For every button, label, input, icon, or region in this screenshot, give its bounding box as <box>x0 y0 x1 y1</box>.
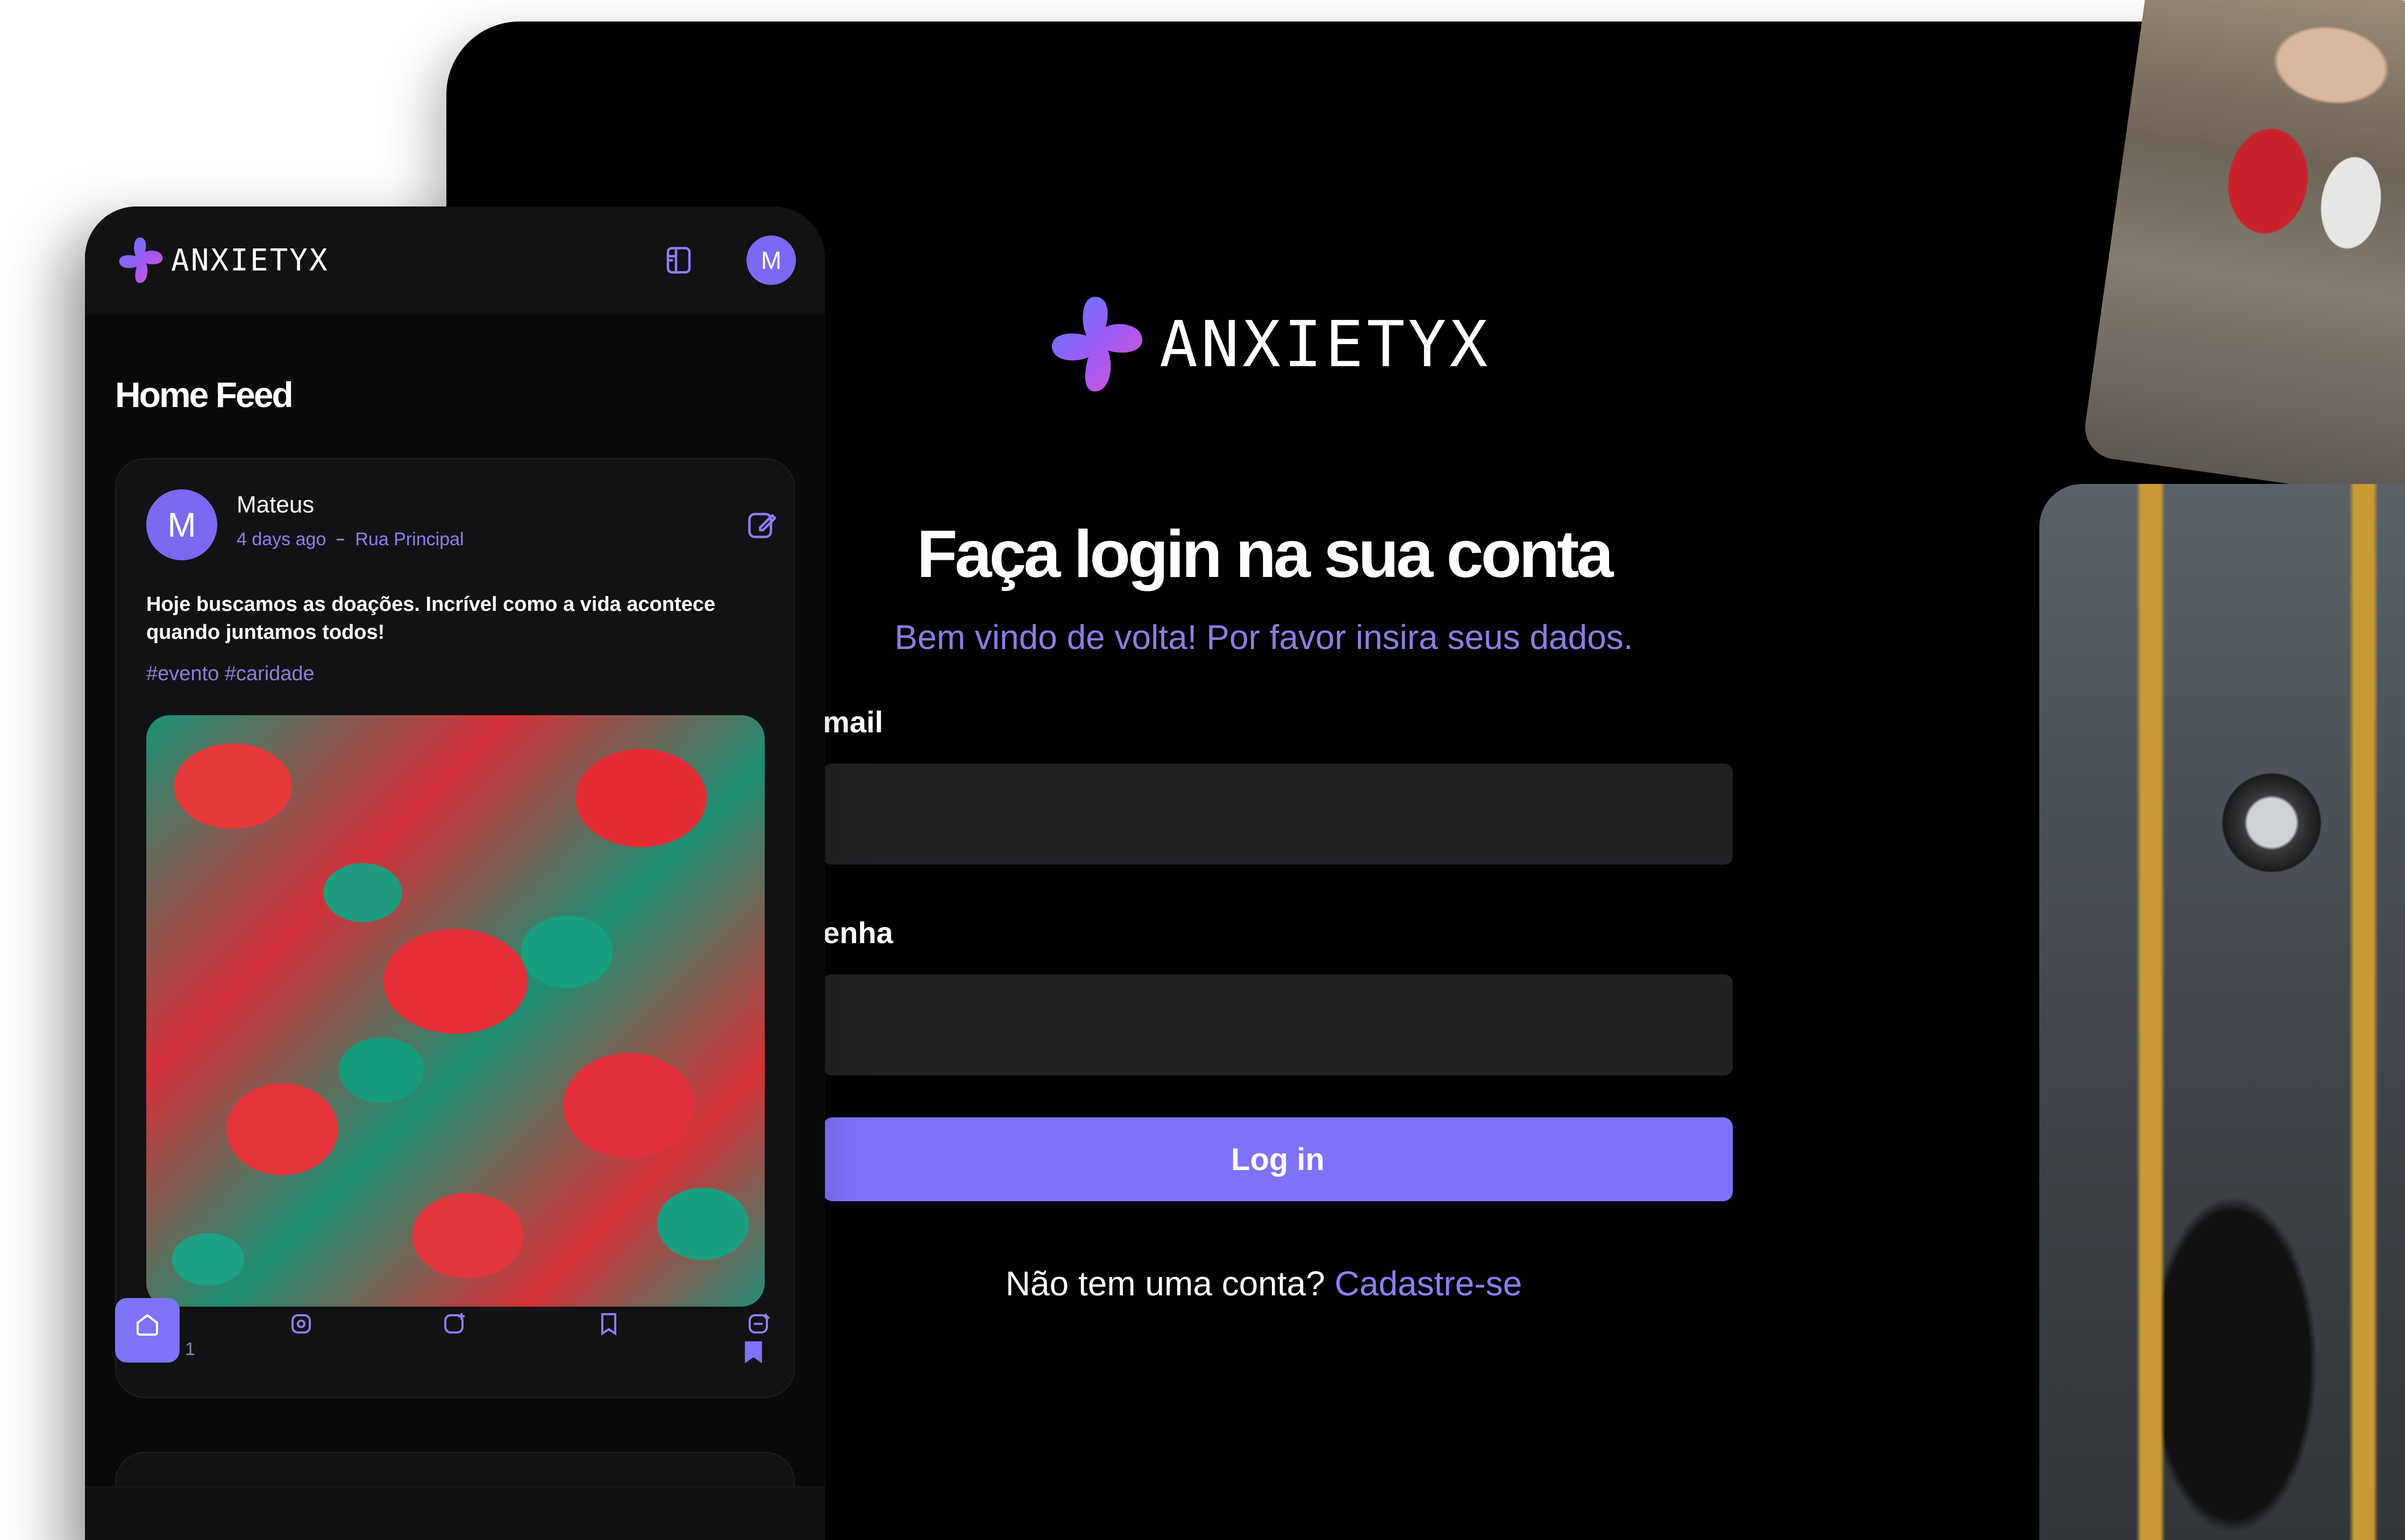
post-location[interactable]: Rua Principal <box>355 529 464 550</box>
email-label: mail <box>823 705 884 739</box>
nav-home[interactable] <box>115 1298 180 1363</box>
nav-explore[interactable] <box>269 1298 333 1363</box>
separator-dash-icon <box>337 539 345 540</box>
brand-logo: ANXIETYX <box>1043 280 1491 409</box>
bottom-nav <box>85 1486 825 1540</box>
password-label: enha <box>823 916 893 950</box>
add-post-icon <box>444 1313 465 1334</box>
email-field[interactable] <box>823 764 1733 865</box>
nav-messages[interactable] <box>727 1298 792 1363</box>
brand-wordmark: ANXIETYX <box>171 243 329 278</box>
post-meta: 4 days ago Rua Principal <box>237 529 464 550</box>
login-button[interactable]: Log in <box>823 1117 1733 1201</box>
messages-icon <box>749 1313 770 1334</box>
feed-title: Home Feed <box>115 375 294 415</box>
motorcycle-rider-photo <box>2039 484 2405 1540</box>
mobile-brand-logo[interactable]: ANXIETYX <box>115 234 329 286</box>
post-author-name[interactable]: Mateus <box>237 491 314 518</box>
brand-wordmark: ANXIETYX <box>1159 307 1491 381</box>
post-photo-donation-bags[interactable] <box>146 715 765 1307</box>
user-avatar[interactable]: M <box>746 236 796 285</box>
password-field[interactable] <box>823 974 1733 1075</box>
document-icon <box>666 247 691 274</box>
post-tags[interactable]: #evento #caridade <box>146 662 315 686</box>
like-count: 1 <box>185 1338 195 1359</box>
explore-icon <box>291 1314 311 1334</box>
logo-mark-icon <box>1052 297 1142 391</box>
mobile-header: ANXIETYX M <box>85 206 825 314</box>
nav-add-post[interactable] <box>423 1298 487 1363</box>
post-card: M Mateus 4 days ago Rua Principal Hoje b… <box>115 458 795 1398</box>
edit-icon <box>748 512 777 538</box>
docs-button[interactable] <box>658 240 699 281</box>
signup-prompt: Não tem uma conta? <box>1005 1264 1325 1303</box>
post-author-avatar[interactable]: M <box>146 489 217 560</box>
post-time: 4 days ago <box>237 529 326 550</box>
home-icon <box>137 1314 158 1336</box>
bookmarks-icon <box>601 1313 616 1336</box>
edit-post-button[interactable] <box>745 509 778 541</box>
nav-bookmarks[interactable] <box>577 1298 641 1363</box>
post-text: Hoje buscamos as doações. Incrível como … <box>146 593 716 644</box>
signup-link[interactable]: Cadastre-se <box>1335 1264 1522 1303</box>
logo-mark-icon <box>119 237 163 283</box>
